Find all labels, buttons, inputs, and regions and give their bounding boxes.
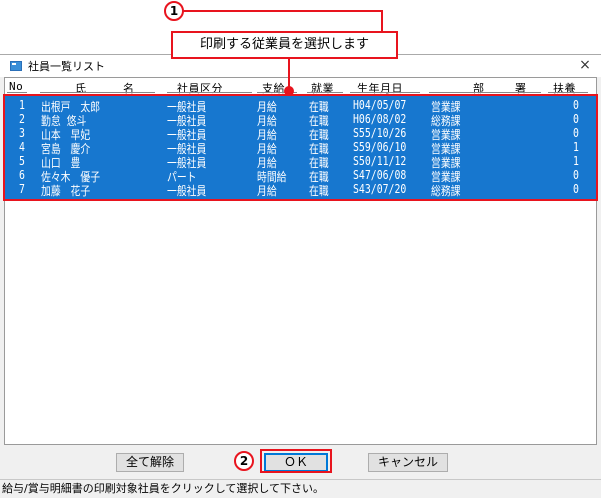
callout-leader-right bbox=[381, 10, 383, 32]
step-1-badge: 1 bbox=[164, 1, 184, 21]
status-bar: 給与/賞与明細書の印刷対象社員をクリックして選択して下さい。 bbox=[0, 479, 601, 498]
highlight-employee-list bbox=[3, 94, 598, 201]
cancel-button[interactable]: キャンセル bbox=[368, 453, 448, 472]
app-icon bbox=[10, 61, 22, 71]
header-underline bbox=[307, 92, 343, 93]
step-2-badge: 2 bbox=[234, 451, 254, 471]
close-icon[interactable]: × bbox=[577, 57, 593, 73]
highlight-ok-button bbox=[260, 449, 332, 473]
list-header: No 氏 名 社員区分 支給 就業 生年月日 部 署 扶養 bbox=[5, 78, 596, 95]
callout-leader-top bbox=[173, 10, 383, 12]
header-underline bbox=[40, 92, 155, 93]
window-title: 社員一覧リスト bbox=[28, 60, 105, 73]
header-underline bbox=[429, 92, 541, 93]
step-1-callout: 印刷する従業員を選択します bbox=[171, 31, 398, 59]
header-underline bbox=[167, 92, 252, 93]
header-underline bbox=[548, 92, 588, 93]
clear-all-button[interactable]: 全て解除 bbox=[116, 453, 184, 472]
header-underline bbox=[350, 92, 420, 93]
header-underline bbox=[7, 92, 27, 93]
